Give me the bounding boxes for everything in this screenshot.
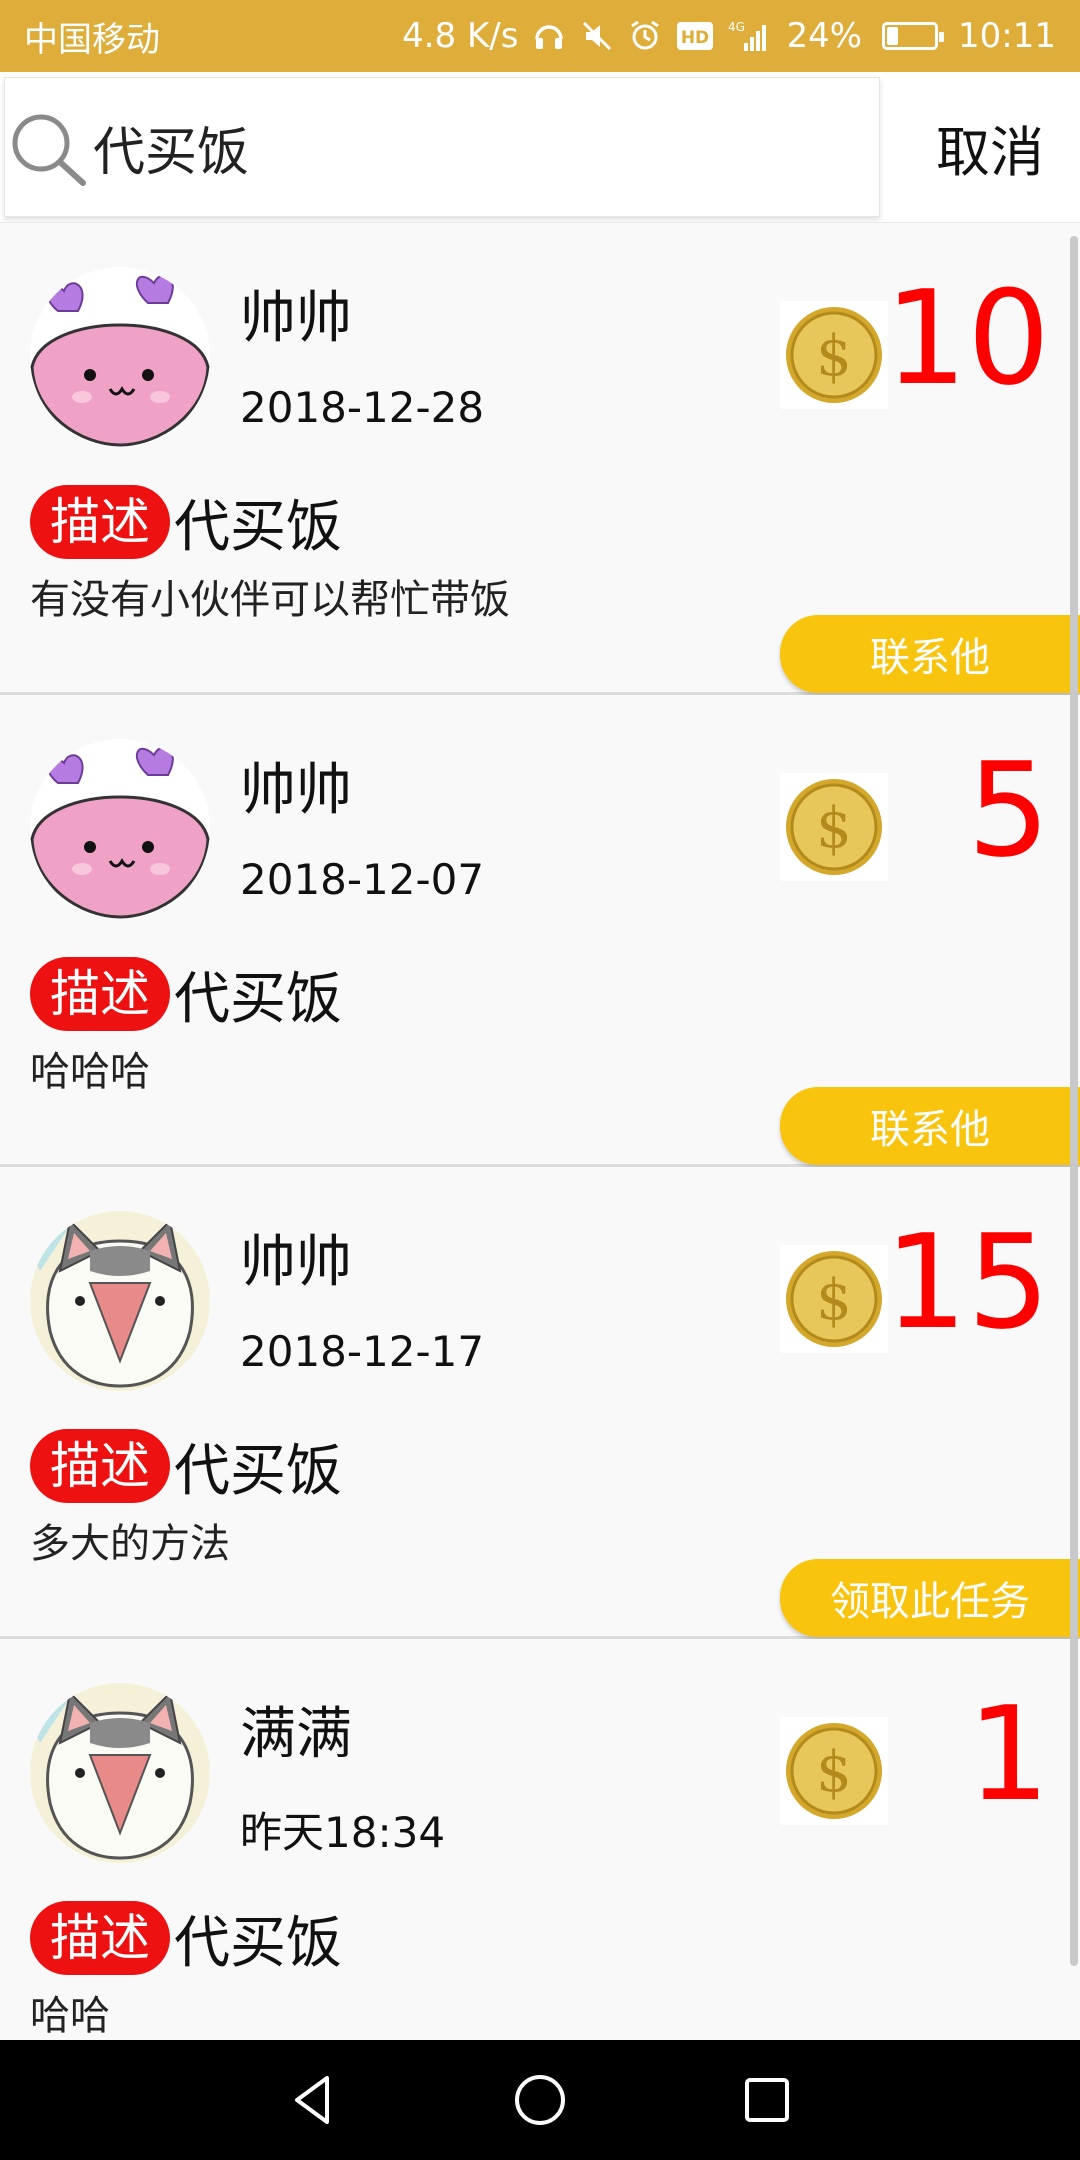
battery-icon: [882, 22, 945, 50]
user-name: 帅帅: [240, 1230, 352, 1295]
reward-amount: 10: [884, 262, 1050, 414]
svg-text:4G: 4G: [728, 20, 745, 34]
home-circle-icon: [514, 2075, 565, 2125]
search-input[interactable]: [93, 117, 853, 177]
description-tag: 描述: [30, 1429, 170, 1503]
search-bar: 取消: [0, 72, 1080, 222]
post-date: 2018-12-07: [240, 855, 485, 904]
task-title: 代买饭: [174, 966, 342, 1032]
post-date: 2018-12-28: [240, 383, 485, 432]
task-detail: 多大的方法: [30, 1521, 230, 1567]
pink-bunny-avatar[interactable]: [30, 739, 210, 919]
navigation-bar: [0, 2040, 1080, 2160]
user-name: 满满: [240, 1702, 352, 1767]
contact-button[interactable]: 联系他: [780, 615, 1080, 693]
search-box[interactable]: [4, 77, 880, 217]
coin-icon: $: [780, 1717, 888, 1825]
signal-icon: 4G: [728, 19, 772, 53]
task-title: 代买饭: [174, 1438, 342, 1504]
recents-square-icon: [744, 2078, 789, 2122]
description-tag: 描述: [30, 1901, 170, 1975]
accept-task-button[interactable]: 领取此任务: [780, 1559, 1080, 1637]
task-title: 代买饭: [174, 1910, 342, 1976]
hd-icon: HD: [676, 21, 714, 51]
pink-bunny-avatar[interactable]: [30, 267, 210, 447]
description-row: 描述 代买饭: [30, 485, 342, 560]
cat-avatar[interactable]: [30, 1211, 210, 1391]
reward-amount: 1: [967, 1678, 1050, 1830]
description-row: 描述 代买饭: [30, 1901, 342, 1976]
description-tag: 描述: [30, 957, 170, 1031]
scrollbar[interactable]: [1070, 236, 1078, 1966]
description-row: 描述 代买饭: [30, 957, 342, 1032]
back-triangle-icon: [295, 2076, 330, 2124]
home-button[interactable]: [485, 2045, 595, 2155]
coin-icon: $: [780, 301, 888, 409]
task-card[interactable]: 帅帅 2018-12-28 $ 10 描述 代买饭 有没有小伙伴可以帮忙带饭 联…: [0, 223, 1080, 695]
search-icon: [12, 114, 86, 186]
task-card[interactable]: 帅帅 2018-12-07 $ 5 描述 代买饭 哈哈哈 联系他: [0, 695, 1080, 1167]
user-name: 帅帅: [240, 758, 352, 823]
user-name: 帅帅: [240, 286, 352, 351]
coin-icon: $: [780, 773, 888, 881]
cancel-button[interactable]: 取消: [900, 72, 1080, 222]
svg-text:$: $: [816, 1740, 852, 1805]
cat-avatar[interactable]: [30, 1683, 210, 1863]
clock: 10:11: [958, 16, 1056, 56]
contact-button[interactable]: 联系他: [780, 1087, 1080, 1165]
task-detail: 哈哈哈: [30, 1049, 150, 1095]
status-bar: 中国移动 4.8 K/s HD 4G 24% 10:11: [0, 0, 1080, 72]
recents-button[interactable]: [712, 2045, 822, 2155]
post-date: 2018-12-17: [240, 1327, 485, 1376]
task-card[interactable]: 满满 昨天18:34 $ 1 描述 代买饭 哈哈: [0, 1639, 1080, 2040]
description-row: 描述 代买饭: [30, 1429, 342, 1504]
task-card[interactable]: 帅帅 2018-12-17 $ 15 描述 代买饭 多大的方法 领取此任务: [0, 1167, 1080, 1639]
back-button[interactable]: [258, 2045, 368, 2155]
mute-icon: [580, 19, 614, 53]
post-date: 昨天18:34: [240, 1808, 446, 1857]
coin-icon: $: [780, 1245, 888, 1353]
svg-text:$: $: [816, 1268, 852, 1333]
svg-text:$: $: [816, 796, 852, 861]
network-speed: 4.8 K/s: [402, 16, 519, 56]
carrier-label: 中国移动: [24, 19, 160, 60]
task-detail: 哈哈: [30, 1993, 110, 2039]
svg-text:HD: HD: [681, 28, 709, 48]
task-detail: 有没有小伙伴可以帮忙带饭: [30, 577, 510, 623]
reward-amount: 5: [967, 734, 1050, 886]
task-list[interactable]: 帅帅 2018-12-28 $ 10 描述 代买饭 有没有小伙伴可以帮忙带饭 联…: [0, 222, 1080, 2040]
status-icons: 4.8 K/s HD 4G 24% 10:11: [402, 16, 1056, 56]
reward-amount: 15: [884, 1206, 1050, 1358]
task-title: 代买饭: [174, 494, 342, 560]
headset-icon: [532, 19, 566, 53]
battery-percent: 24%: [786, 16, 863, 56]
description-tag: 描述: [30, 485, 170, 559]
svg-text:$: $: [816, 324, 852, 389]
alarm-icon: [628, 19, 662, 53]
